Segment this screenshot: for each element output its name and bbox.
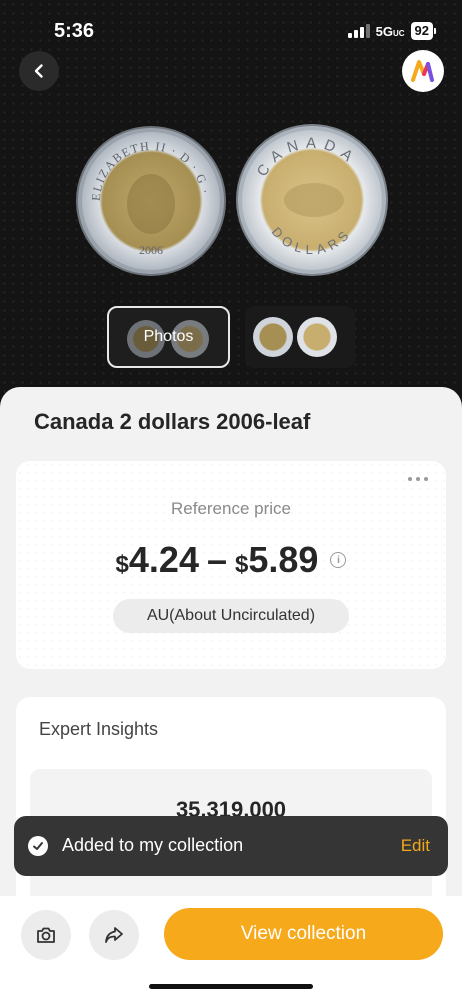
camera-button[interactable] <box>21 910 71 960</box>
currency-symbol: $ <box>115 551 129 578</box>
status-bar: 5:36 5GUC 92 <box>0 0 462 60</box>
signal-icon <box>347 24 370 38</box>
price-card: Reference price $ 4.24 – $ 5.89 i AU(Abo… <box>16 461 446 669</box>
price-range: $ 4.24 – $ 5.89 i <box>16 539 446 581</box>
svg-text:CANADA: CANADA <box>254 135 362 180</box>
app-logo-button[interactable] <box>402 50 444 92</box>
photos-label: Photos <box>143 328 194 345</box>
status-indicators: 5GUC 92 <box>347 22 436 40</box>
reference-price-label: Reference price <box>170 499 291 518</box>
reverse-thumb <box>297 317 337 357</box>
expert-insights-title: Expert Insights <box>39 719 159 739</box>
back-button[interactable] <box>19 51 59 91</box>
camera-icon <box>37 927 55 943</box>
svg-text:2006: 2006 <box>139 243 163 257</box>
toast-edit-link[interactable]: Edit <box>401 836 430 856</box>
coin-obverse-image: ELIZABETH II · D · G · REGINA 2006 <box>78 128 224 274</box>
toast-message: Added to my collection <box>62 835 244 855</box>
coin-photo-area: 5:36 5GUC 92 ELIZABETH II · D · G · 2006… <box>0 0 462 400</box>
collection-toast: Added to my collection Edit <box>14 816 448 876</box>
battery-level: 92 <box>410 22 433 40</box>
chevron-left-icon <box>34 64 43 78</box>
photos-thumbnail[interactable]: Photos <box>107 306 230 368</box>
page-title: Canada 2 dollars 2006-leaf <box>34 409 311 434</box>
price-high: 5.89 <box>248 539 319 580</box>
gallery-thumbnails: Photos <box>107 306 355 368</box>
check-circle-icon <box>28 836 48 856</box>
bottom-action-bar: View collection <box>0 896 462 1000</box>
app-logo-icon <box>411 60 434 82</box>
network-label: 5GUC <box>375 23 405 39</box>
status-time: 5:36 <box>54 20 95 42</box>
battery-icon: 92 <box>410 22 436 40</box>
obverse-thumb <box>253 317 293 357</box>
grade-badge[interactable]: AU(About Uncirculated) <box>113 599 349 633</box>
coin-thumbnail[interactable] <box>245 306 355 368</box>
home-indicator <box>149 984 313 989</box>
view-collection-button[interactable]: View collection <box>164 908 443 960</box>
info-icon[interactable]: i <box>330 552 347 568</box>
currency-symbol: $ <box>235 551 249 578</box>
coin-reverse-image: CANADA DOLLARS <box>238 126 386 274</box>
share-icon <box>105 927 123 943</box>
price-separator: – <box>206 539 228 580</box>
more-options-icon[interactable] <box>408 477 428 481</box>
share-button[interactable] <box>89 910 139 960</box>
price-low: 4.24 <box>128 539 199 580</box>
svg-text:DOLLARS: DOLLARS <box>269 224 355 257</box>
